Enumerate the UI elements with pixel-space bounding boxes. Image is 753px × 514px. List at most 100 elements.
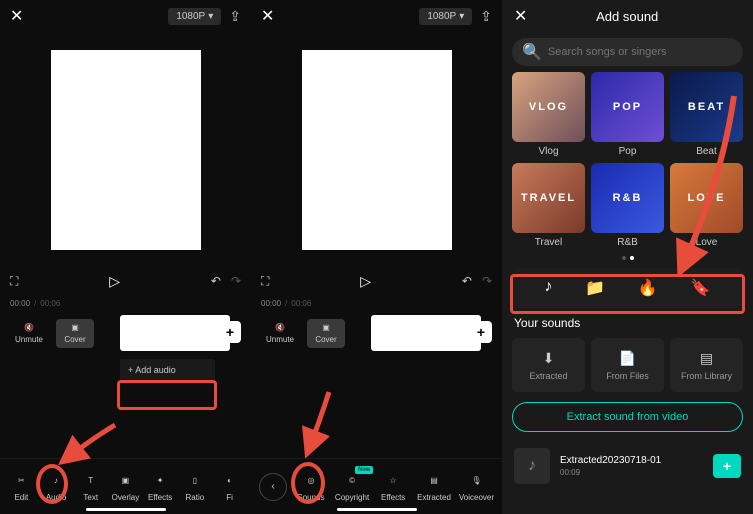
sounds-icon: ◎: [302, 472, 320, 490]
filter-icon: ◐: [221, 472, 239, 490]
unmute-button[interactable]: 🔇 Unmute: [10, 319, 48, 348]
category-label: Travel: [512, 237, 585, 248]
category-label: R&B: [591, 237, 664, 248]
close-icon[interactable]: ✕: [261, 6, 274, 26]
page-dot-active[interactable]: [630, 256, 634, 260]
add-clip-button[interactable]: +: [219, 321, 241, 343]
redo-icon[interactable]: ↷: [231, 274, 241, 288]
resolution-selector[interactable]: 1080P ▾: [168, 8, 221, 25]
close-icon[interactable]: ✕: [10, 6, 23, 26]
search-input[interactable]: [548, 46, 733, 58]
timeline-clip[interactable]: [120, 315, 230, 351]
tool-sounds[interactable]: ◎Sounds: [295, 472, 327, 502]
category-tile-pop[interactable]: POP: [591, 72, 664, 142]
chevron-down-icon: ▾: [208, 11, 213, 22]
time-total: 00:06: [40, 299, 60, 308]
folder-icon[interactable]: 📁: [585, 278, 605, 298]
page-title: Add sound: [596, 9, 658, 24]
file-icon: 📄: [619, 350, 636, 367]
music-note-icon: ♪: [47, 472, 65, 490]
tool-ratio[interactable]: ▯Ratio: [179, 472, 211, 502]
video-canvas: [51, 50, 201, 250]
tool-extracted[interactable]: ▤Extracted: [417, 472, 451, 502]
export-icon[interactable]: ⇪: [229, 8, 241, 25]
speaker-muted-icon: 🔇: [275, 323, 285, 332]
close-icon[interactable]: ✕: [514, 6, 527, 26]
sound-name: Extracted20230718-01: [560, 455, 703, 466]
redo-icon[interactable]: ↷: [482, 274, 492, 288]
library-icon: ▤: [700, 350, 713, 367]
category-label: Beat: [670, 146, 743, 157]
image-icon: ▣: [71, 323, 79, 332]
undo-icon[interactable]: ↶: [462, 274, 472, 288]
category-label: Pop: [591, 146, 664, 157]
page-dot[interactable]: [622, 256, 626, 260]
source-from-library[interactable]: ▤From Library: [670, 338, 743, 392]
flame-icon[interactable]: 🔥: [638, 278, 658, 298]
category-label: Vlog: [512, 146, 585, 157]
image-icon: ▣: [322, 323, 330, 332]
category-overlay: POP: [613, 101, 642, 113]
video-canvas: [302, 50, 452, 250]
play-icon[interactable]: ▷: [109, 273, 120, 290]
play-icon[interactable]: ▷: [360, 273, 371, 290]
cover-button[interactable]: ▣ Cover: [307, 319, 345, 348]
category-tile-love[interactable]: LOVE: [670, 163, 743, 233]
tool-copyright[interactable]: ©Copyright: [335, 472, 369, 502]
category-tile-beat[interactable]: BEAT: [670, 72, 743, 142]
speaker-muted-icon: 🔇: [24, 323, 34, 332]
category-overlay: VLOG: [529, 101, 568, 113]
category-overlay: BEAT: [688, 101, 725, 113]
source-from-files[interactable]: 📄From Files: [591, 338, 664, 392]
search-bar[interactable]: 🔍: [512, 38, 743, 66]
unmute-button[interactable]: 🔇 Unmute: [261, 319, 299, 348]
category-overlay: LOVE: [688, 192, 726, 204]
bookmark-icon[interactable]: 🔖: [691, 278, 711, 298]
your-sounds-heading: Your sounds: [502, 308, 753, 338]
overlay-icon: ▣: [116, 472, 134, 490]
add-sound-button[interactable]: +: [713, 454, 741, 478]
cover-button[interactable]: ▣ Cover: [56, 319, 94, 348]
tool-overlay[interactable]: ▣Overlay: [109, 472, 141, 502]
category-tile-travel[interactable]: TRAVEL: [512, 163, 585, 233]
scissors-icon: ✂: [12, 472, 30, 490]
add-clip-button[interactable]: +: [470, 321, 492, 343]
home-indicator: [337, 508, 417, 511]
fullscreen-icon[interactable]: ⛶: [261, 274, 269, 289]
tool-voiceover[interactable]: 🎙Voiceover: [459, 472, 494, 502]
category-tile-vlog[interactable]: VLOG: [512, 72, 585, 142]
back-button[interactable]: ‹: [259, 473, 287, 501]
timeline-clip[interactable]: [371, 315, 481, 351]
resolution-selector[interactable]: 1080P ▾: [419, 8, 472, 25]
tool-edit[interactable]: ✂Edit: [5, 472, 37, 502]
extract-sound-button[interactable]: Extract sound from video: [512, 402, 743, 432]
tiktok-icon[interactable]: ♪: [544, 278, 552, 298]
chevron-down-icon: ▾: [459, 11, 464, 22]
tool-text[interactable]: TText: [75, 472, 107, 502]
download-icon: ⬇: [543, 350, 555, 367]
new-badge: New: [355, 466, 373, 474]
export-icon[interactable]: ⇪: [480, 8, 492, 25]
category-label: Love: [670, 237, 743, 248]
source-icon-row: ♪ 📁 🔥 🔖: [512, 268, 743, 308]
time-current: 00:00: [10, 299, 30, 308]
text-icon: T: [82, 472, 100, 490]
home-indicator: [86, 508, 166, 511]
fullscreen-icon[interactable]: ⛶: [10, 274, 18, 289]
tool-sound-effects[interactable]: ☆Effects: [377, 472, 409, 502]
source-extracted[interactable]: ⬇Extracted: [512, 338, 585, 392]
time-total: 00:06: [291, 299, 311, 308]
star-icon: ☆: [384, 472, 402, 490]
undo-icon[interactable]: ↶: [211, 274, 221, 288]
category-tile-r&b[interactable]: R&B: [591, 163, 664, 233]
category-overlay: TRAVEL: [521, 192, 576, 204]
tool-effects[interactable]: ✦Effects: [144, 472, 176, 502]
sound-list-item[interactable]: ♪ Extracted20230718-01 00:09 +: [502, 442, 753, 490]
ratio-icon: ▯: [186, 472, 204, 490]
tool-filter[interactable]: ◐Fi: [214, 472, 246, 502]
add-audio-button[interactable]: + Add audio: [120, 359, 215, 381]
folder-icon: ▤: [425, 472, 443, 490]
time-current: 00:00: [261, 299, 281, 308]
tool-audio[interactable]: ♪Audio: [40, 472, 72, 502]
effects-icon: ✦: [151, 472, 169, 490]
